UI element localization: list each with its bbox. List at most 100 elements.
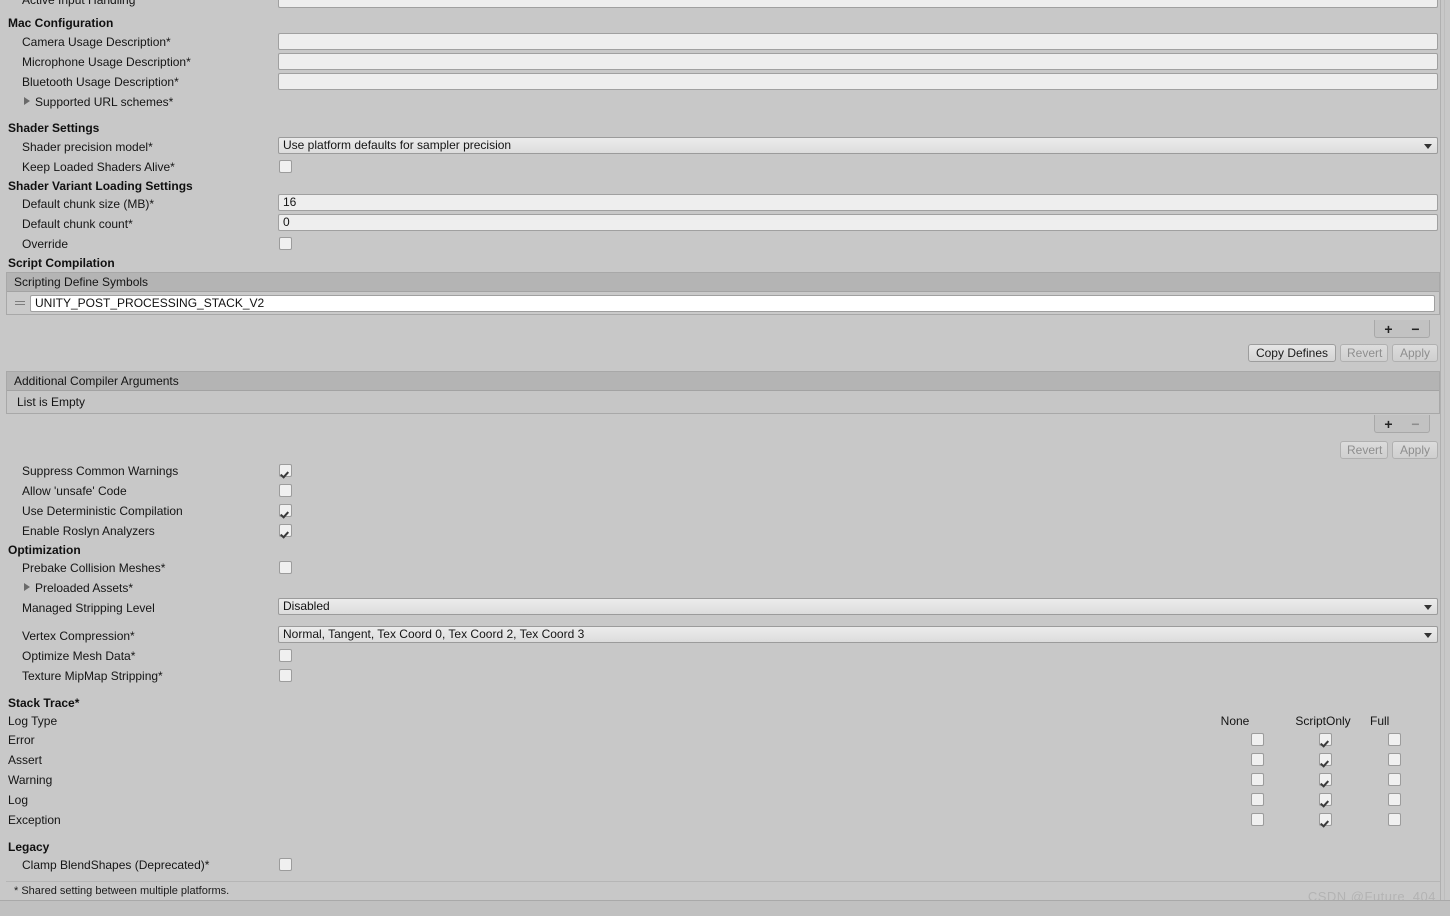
stack-trace-warning-none-checkbox[interactable]	[1251, 773, 1264, 786]
table-row[interactable]: Warning	[0, 770, 1450, 790]
stack-trace-log-none-checkbox[interactable]	[1251, 793, 1264, 806]
enable-roslyn-analyzers-checkbox[interactable]	[279, 524, 292, 537]
override-checkbox[interactable]	[279, 237, 292, 250]
row-supported-url-schemes[interactable]: Supported URL schemes*	[0, 92, 1450, 112]
row-allow-unsafe-code[interactable]: Allow 'unsafe' Code	[0, 481, 1450, 501]
stack-trace-log-scriptonly-checkbox[interactable]	[1319, 793, 1332, 806]
vertex-compression-value: Normal, Tangent, Tex Coord 0, Tex Coord …	[283, 627, 585, 641]
use-deterministic-compilation-checkbox[interactable]	[279, 504, 292, 517]
revert-compiler-arguments-button[interactable]: Revert	[1340, 441, 1388, 459]
stack-trace-exception-scriptonly-checkbox[interactable]	[1319, 813, 1332, 826]
bottom-status-bar	[0, 900, 1450, 916]
table-row[interactable]: Assert	[0, 750, 1450, 770]
section-header-mac-configuration: Mac Configuration	[8, 16, 114, 30]
allow-unsafe-code-label: Allow 'unsafe' Code	[22, 484, 127, 498]
managed-stripping-level-value: Disabled	[283, 599, 330, 613]
texture-mipmap-stripping-checkbox[interactable]	[279, 669, 292, 682]
default-chunk-count-label: Default chunk count*	[22, 217, 133, 231]
optimize-mesh-data-label: Optimize Mesh Data*	[22, 649, 136, 663]
section-header-shader-variant-loading-settings: Shader Variant Loading Settings	[8, 179, 193, 193]
default-chunk-size-input[interactable]: 16	[278, 194, 1438, 211]
microphone-usage-description-input[interactable]	[278, 53, 1438, 70]
row-default-chunk-count[interactable]: Default chunk count* 0	[0, 214, 1450, 234]
add-compiler-argument-button[interactable]: +	[1379, 417, 1399, 431]
stack-trace-error-none-checkbox[interactable]	[1251, 733, 1264, 746]
scripting-define-symbols-add-remove: + −	[1374, 320, 1430, 338]
row-use-deterministic-compilation[interactable]: Use Deterministic Compilation	[0, 501, 1450, 521]
camera-usage-description-input[interactable]	[278, 33, 1438, 50]
stack-trace-row-label-error: Error	[8, 733, 35, 747]
managed-stripping-level-dropdown[interactable]: Disabled	[278, 598, 1438, 615]
apply-defines-button[interactable]: Apply	[1392, 344, 1438, 362]
row-preloaded-assets[interactable]: Preloaded Assets*	[0, 578, 1450, 598]
chevron-down-icon	[1424, 144, 1432, 149]
stack-trace-error-full-checkbox[interactable]	[1388, 733, 1401, 746]
stack-trace-assert-none-checkbox[interactable]	[1251, 753, 1264, 766]
row-default-chunk-size[interactable]: Default chunk size (MB)* 16	[0, 194, 1450, 214]
stack-trace-exception-full-checkbox[interactable]	[1388, 813, 1401, 826]
table-row[interactable]: Exception	[0, 810, 1450, 830]
row-managed-stripping-level[interactable]: Managed Stripping Level Disabled	[0, 598, 1450, 618]
shader-precision-model-dropdown[interactable]: Use platform defaults for sampler precis…	[278, 137, 1438, 154]
row-clamp-blendshapes[interactable]: Clamp BlendShapes (Deprecated)*	[0, 855, 1450, 875]
row-suppress-common-warnings[interactable]: Suppress Common Warnings	[0, 461, 1450, 481]
microphone-usage-description-label: Microphone Usage Description*	[22, 55, 191, 69]
row-enable-roslyn-analyzers[interactable]: Enable Roslyn Analyzers	[0, 521, 1450, 541]
stack-trace-error-scriptonly-checkbox[interactable]	[1319, 733, 1332, 746]
row-override[interactable]: Override	[0, 234, 1450, 254]
vertex-compression-dropdown[interactable]: Normal, Tangent, Tex Coord 0, Tex Coord …	[278, 626, 1438, 643]
row-bluetooth-usage-description[interactable]: Bluetooth Usage Description*	[0, 72, 1450, 92]
remove-compiler-argument-button[interactable]: −	[1406, 417, 1426, 431]
optimize-mesh-data-checkbox[interactable]	[279, 649, 292, 662]
list-empty-message: List is Empty	[7, 391, 1439, 413]
scripting-define-symbols-list: Scripting Define Symbols UNITY_POST_PROC…	[6, 272, 1440, 315]
stack-trace-assert-scriptonly-checkbox[interactable]	[1319, 753, 1332, 766]
managed-stripping-level-label: Managed Stripping Level	[22, 601, 155, 615]
row-texture-mipmap-stripping[interactable]: Texture MipMap Stripping*	[0, 666, 1450, 686]
supported-url-schemes-foldout[interactable]: Supported URL schemes*	[0, 92, 173, 112]
suppress-common-warnings-label: Suppress Common Warnings	[22, 464, 179, 478]
scripting-define-symbol-input[interactable]: UNITY_POST_PROCESSING_STACK_V2	[30, 294, 1435, 312]
active-input-handling-field[interactable]	[278, 0, 1438, 8]
stack-trace-column-none: None	[1220, 714, 1250, 728]
enable-roslyn-analyzers-label: Enable Roslyn Analyzers	[22, 524, 155, 538]
keep-loaded-shaders-alive-checkbox[interactable]	[279, 160, 292, 173]
stack-trace-warning-full-checkbox[interactable]	[1388, 773, 1401, 786]
stack-trace-row-label-exception: Exception	[8, 813, 61, 827]
additional-compiler-arguments-add-remove: + −	[1374, 415, 1430, 433]
revert-defines-button[interactable]: Revert	[1340, 344, 1388, 362]
apply-compiler-arguments-button[interactable]: Apply	[1392, 441, 1438, 459]
list-item[interactable]: UNITY_POST_PROCESSING_STACK_V2	[7, 292, 1439, 314]
preloaded-assets-foldout[interactable]: Preloaded Assets*	[0, 578, 133, 598]
row-prebake-collision-meshes[interactable]: Prebake Collision Meshes*	[0, 558, 1450, 578]
copy-defines-button[interactable]: Copy Defines	[1248, 344, 1336, 362]
scripting-define-symbols-header: Scripting Define Symbols	[7, 273, 1439, 292]
table-row[interactable]: Log	[0, 790, 1450, 810]
prebake-collision-meshes-checkbox[interactable]	[279, 561, 292, 574]
shader-precision-model-value: Use platform defaults for sampler precis…	[283, 138, 512, 152]
panel-right-edge[interactable]	[1440, 0, 1450, 900]
table-row[interactable]: Error	[0, 730, 1450, 750]
drag-handle-icon[interactable]	[13, 296, 27, 310]
bluetooth-usage-description-input[interactable]	[278, 73, 1438, 90]
scroll-track[interactable]	[1444, 0, 1445, 900]
active-input-handling-row[interactable]: Active Input Handling*	[0, 0, 1450, 10]
add-define-button[interactable]: +	[1379, 322, 1399, 336]
allow-unsafe-code-checkbox[interactable]	[279, 484, 292, 497]
row-vertex-compression[interactable]: Vertex Compression* Normal, Tangent, Tex…	[0, 626, 1450, 646]
row-microphone-usage-description[interactable]: Microphone Usage Description*	[0, 52, 1450, 72]
row-optimize-mesh-data[interactable]: Optimize Mesh Data*	[0, 646, 1450, 666]
stack-trace-assert-full-checkbox[interactable]	[1388, 753, 1401, 766]
default-chunk-size-label: Default chunk size (MB)*	[22, 197, 155, 211]
stack-trace-log-full-checkbox[interactable]	[1388, 793, 1401, 806]
row-keep-loaded-shaders-alive[interactable]: Keep Loaded Shaders Alive*	[0, 157, 1450, 177]
remove-define-button[interactable]: −	[1406, 322, 1426, 336]
vertex-compression-label: Vertex Compression*	[22, 629, 135, 643]
stack-trace-exception-none-checkbox[interactable]	[1251, 813, 1264, 826]
row-camera-usage-description[interactable]: Camera Usage Description*	[0, 32, 1450, 52]
suppress-common-warnings-checkbox[interactable]	[279, 464, 292, 477]
row-shader-precision-model[interactable]: Shader precision model* Use platform def…	[0, 137, 1450, 157]
default-chunk-count-input[interactable]: 0	[278, 214, 1438, 231]
clamp-blendshapes-checkbox[interactable]	[279, 858, 292, 871]
stack-trace-warning-scriptonly-checkbox[interactable]	[1319, 773, 1332, 786]
